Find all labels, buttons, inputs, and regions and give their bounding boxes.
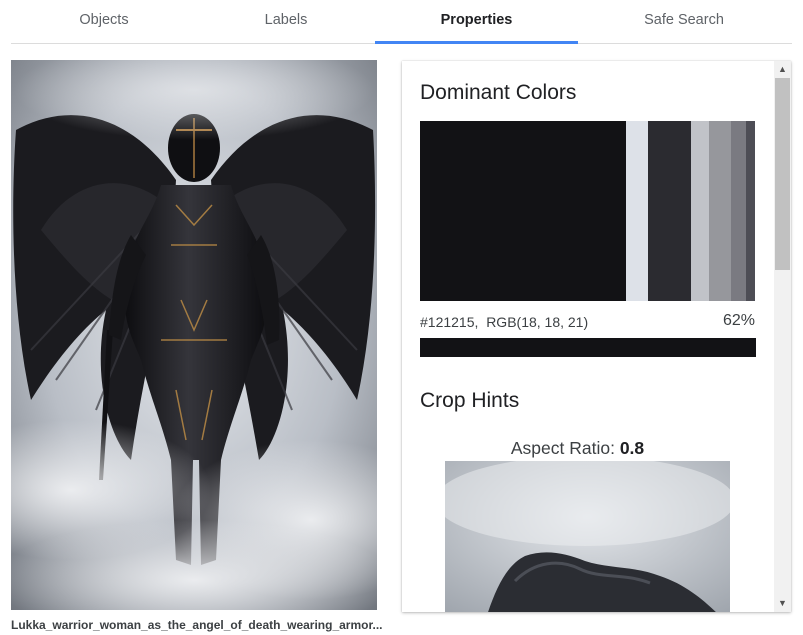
- dominant-colors-bar: [420, 121, 755, 301]
- crop-hints-title: Crop Hints: [420, 389, 520, 412]
- color-swatch[interactable]: [731, 121, 747, 301]
- crop-hint-preview: [445, 461, 730, 612]
- selected-color-strip: [420, 338, 756, 357]
- warrior-angel-illustration: [11, 60, 377, 610]
- scroll-up-arrow-icon[interactable]: ▲: [774, 61, 791, 78]
- color-hex: #121215,: [420, 314, 479, 330]
- panel-scrollbar[interactable]: ▲ ▼: [774, 61, 791, 612]
- scroll-down-arrow-icon[interactable]: ▼: [774, 595, 791, 612]
- dominant-colors-title: Dominant Colors: [420, 81, 577, 104]
- color-percent: 62%: [722, 312, 755, 329]
- crop-preview-image: [445, 461, 730, 612]
- analyzed-image: [11, 60, 377, 610]
- tab-properties[interactable]: Properties: [375, 0, 578, 44]
- scroll-thumb[interactable]: [775, 78, 790, 270]
- selected-color-info: #121215, RGB(18, 18, 21) 62%: [420, 312, 755, 330]
- tab-bar: Objects Labels Properties Safe Search: [0, 0, 803, 44]
- tab-objects[interactable]: Objects: [11, 0, 197, 44]
- image-filename: Lukka_warrior_woman_as_the_angel_of_deat…: [11, 618, 383, 632]
- color-swatch[interactable]: [691, 121, 710, 301]
- color-swatch[interactable]: [420, 121, 627, 301]
- aspect-ratio: Aspect Ratio: 0.8: [402, 438, 753, 459]
- tab-safe-search[interactable]: Safe Search: [582, 0, 786, 44]
- properties-panel: Dominant Colors #121215, RGB(18, 18, 21)…: [402, 61, 791, 612]
- color-swatch[interactable]: [647, 121, 692, 301]
- color-swatch[interactable]: [746, 121, 755, 301]
- tab-labels[interactable]: Labels: [193, 0, 379, 44]
- color-rgb: RGB(18, 18, 21): [486, 314, 589, 330]
- color-swatch[interactable]: [626, 121, 648, 301]
- color-swatch[interactable]: [709, 121, 732, 301]
- aspect-ratio-label: Aspect Ratio:: [510, 438, 615, 458]
- aspect-ratio-value: 0.8: [619, 438, 645, 458]
